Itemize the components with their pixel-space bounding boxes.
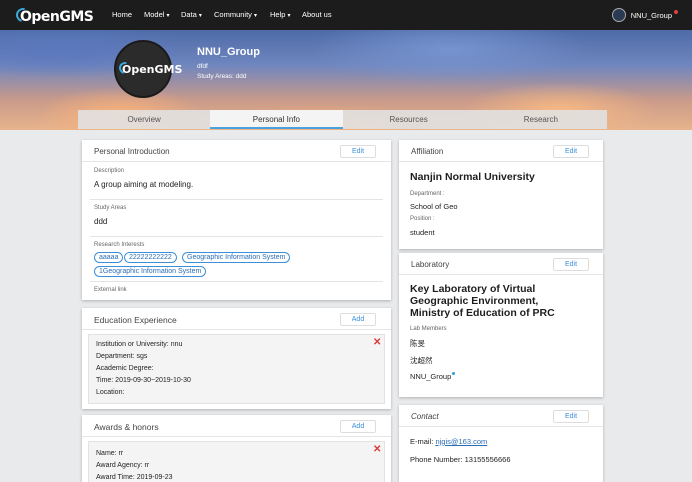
time-row: Time: 2019-09-30~2019-10-30	[96, 377, 191, 384]
lab-name-line: Key Laboratory of Virtual	[410, 283, 536, 295]
awards-card: Awards & honors Add ✕ Name: rr Award Age…	[82, 415, 391, 482]
description-value: A group aiming at modeling.	[94, 180, 194, 189]
tab-personal-info[interactable]: Personal Info	[210, 110, 343, 129]
card-title: Contact	[411, 412, 439, 421]
external-link-label: External link	[94, 287, 127, 293]
department-value: School of Geo	[410, 202, 458, 211]
education-entry: ✕ Institution or University: nnu Departm…	[88, 334, 385, 404]
divider	[90, 236, 383, 237]
edit-laboratory-button[interactable]: Edit	[553, 258, 589, 271]
chevron-down-icon: ▾	[166, 13, 170, 19]
nav-help[interactable]: Help ▾	[270, 10, 290, 19]
card-header: Personal Introduction Edit	[82, 140, 391, 162]
user-menu[interactable]: NNU_Group	[611, 8, 678, 22]
nav-about-us[interactable]: About us	[302, 10, 332, 19]
organization-name: Nanjin Normal University	[410, 171, 535, 183]
nav-model[interactable]: Model ▾	[144, 10, 169, 19]
lab-name-line: Ministry of Education of PRC	[410, 307, 555, 319]
interest-tag[interactable]: Geographic Information System	[182, 252, 291, 263]
card-header: Awards & honors Add	[82, 415, 391, 437]
nav-community[interactable]: Community ▾	[214, 10, 257, 19]
interest-tag[interactable]: 22222222222	[124, 252, 177, 263]
chevron-down-icon: ▾	[287, 13, 291, 19]
award-entry: ✕ Name: rr Award Agency: rr Award Time: …	[88, 441, 385, 482]
email-link[interactable]: njgis@163.com	[435, 437, 487, 446]
degree-row: Academic Degree:	[96, 365, 154, 372]
study-areas-value: ddd	[94, 217, 108, 226]
department-label: Department :	[410, 191, 445, 197]
lab-member[interactable]: 陈旻	[410, 338, 425, 349]
card-header: Contact Edit	[399, 405, 603, 427]
location-row: Location:	[96, 389, 125, 396]
lab-members-label: Lab Members	[410, 326, 447, 332]
award-time-row: Award Time: 2019-09-23	[96, 474, 173, 481]
tab-overview[interactable]: Overview	[78, 110, 210, 129]
description-label: Description	[94, 168, 125, 174]
add-award-button[interactable]: Add	[340, 420, 376, 433]
profile-subtitle: dfdf	[197, 63, 208, 70]
laboratory-card: Laboratory Edit Key Laboratory of Virtua…	[399, 253, 603, 397]
add-education-button[interactable]: Add	[340, 313, 376, 326]
card-title: Personal Introduction	[94, 147, 170, 156]
edit-contact-button[interactable]: Edit	[553, 410, 589, 423]
chevron-down-icon: ▾	[253, 13, 257, 19]
card-title: Awards & honors	[94, 422, 159, 432]
tab-research[interactable]: Research	[475, 110, 607, 129]
profile-avatar: OpenGMS	[114, 40, 182, 98]
education-card: Education Experience Add ✕ Institution o…	[82, 308, 391, 409]
avatar	[611, 8, 626, 22]
notification-dot-icon	[674, 9, 678, 14]
department-row: Department: sgs	[96, 353, 148, 360]
nav-data[interactable]: Data ▾	[181, 10, 202, 19]
profile-study-areas: Study Areas: ddd	[197, 73, 247, 80]
research-interests-label: Research Interests	[94, 242, 145, 248]
avatar-logo-text: OpenGMS	[122, 63, 183, 76]
card-header: Education Experience Add	[82, 308, 391, 330]
lab-member[interactable]: 沈超然	[410, 355, 433, 366]
nav-home[interactable]: Home	[112, 10, 132, 19]
interest-tag[interactable]: aaaaa	[94, 252, 124, 263]
close-icon[interactable]: ✕	[373, 444, 381, 455]
phone-row: Phone Number: 13155556666	[410, 455, 511, 464]
edit-intro-button[interactable]: Edit	[340, 145, 376, 158]
logo-text: OpenGMS	[20, 9, 94, 25]
email-row: E-mail: njgis@163.com	[410, 437, 487, 446]
online-dot-icon	[452, 372, 456, 375]
card-header: Laboratory Edit	[399, 253, 603, 275]
award-agency-row: Award Agency: rr	[96, 462, 150, 469]
edit-affiliation-button[interactable]: Edit	[553, 145, 589, 158]
lab-name-line: Geographic Environment,	[410, 295, 539, 307]
tab-resources[interactable]: Resources	[343, 110, 475, 129]
institution-row: Institution or University: nnu	[96, 341, 183, 348]
divider	[90, 281, 383, 282]
card-title: Affiliation	[411, 147, 444, 156]
contact-card: Contact Edit E-mail: njgis@163.com Phone…	[399, 405, 603, 482]
opengms-logo[interactable]: OpenGMS	[8, 3, 94, 27]
card-title: Laboratory	[411, 260, 450, 269]
interest-tag[interactable]: 1Geographic Information System	[94, 266, 207, 277]
award-name-row: Name: rr	[96, 450, 124, 457]
close-icon[interactable]: ✕	[373, 337, 381, 348]
user-name: NNU_Group	[631, 9, 678, 20]
divider	[90, 199, 383, 200]
personal-intro-card: Personal Introduction Edit Description A…	[82, 140, 391, 300]
email-label: E-mail:	[410, 437, 434, 446]
profile-name: NNU_Group	[197, 46, 260, 58]
position-value: student	[410, 228, 435, 237]
position-label: Position :	[410, 216, 435, 222]
lab-member[interactable]: NNU_Group	[410, 372, 456, 381]
card-title: Education Experience	[94, 315, 177, 325]
card-header: Affiliation Edit	[399, 140, 603, 162]
affiliation-card: Affiliation Edit Nanjin Normal Universit…	[399, 140, 603, 249]
study-areas-label: Study Areas	[94, 205, 127, 211]
chevron-down-icon: ▾	[198, 13, 202, 19]
top-nav: OpenGMS Home Model ▾ Data ▾ Community ▾ Hel…	[0, 0, 692, 30]
profile-tabs: Overview Personal Info Resources Researc…	[78, 110, 607, 129]
